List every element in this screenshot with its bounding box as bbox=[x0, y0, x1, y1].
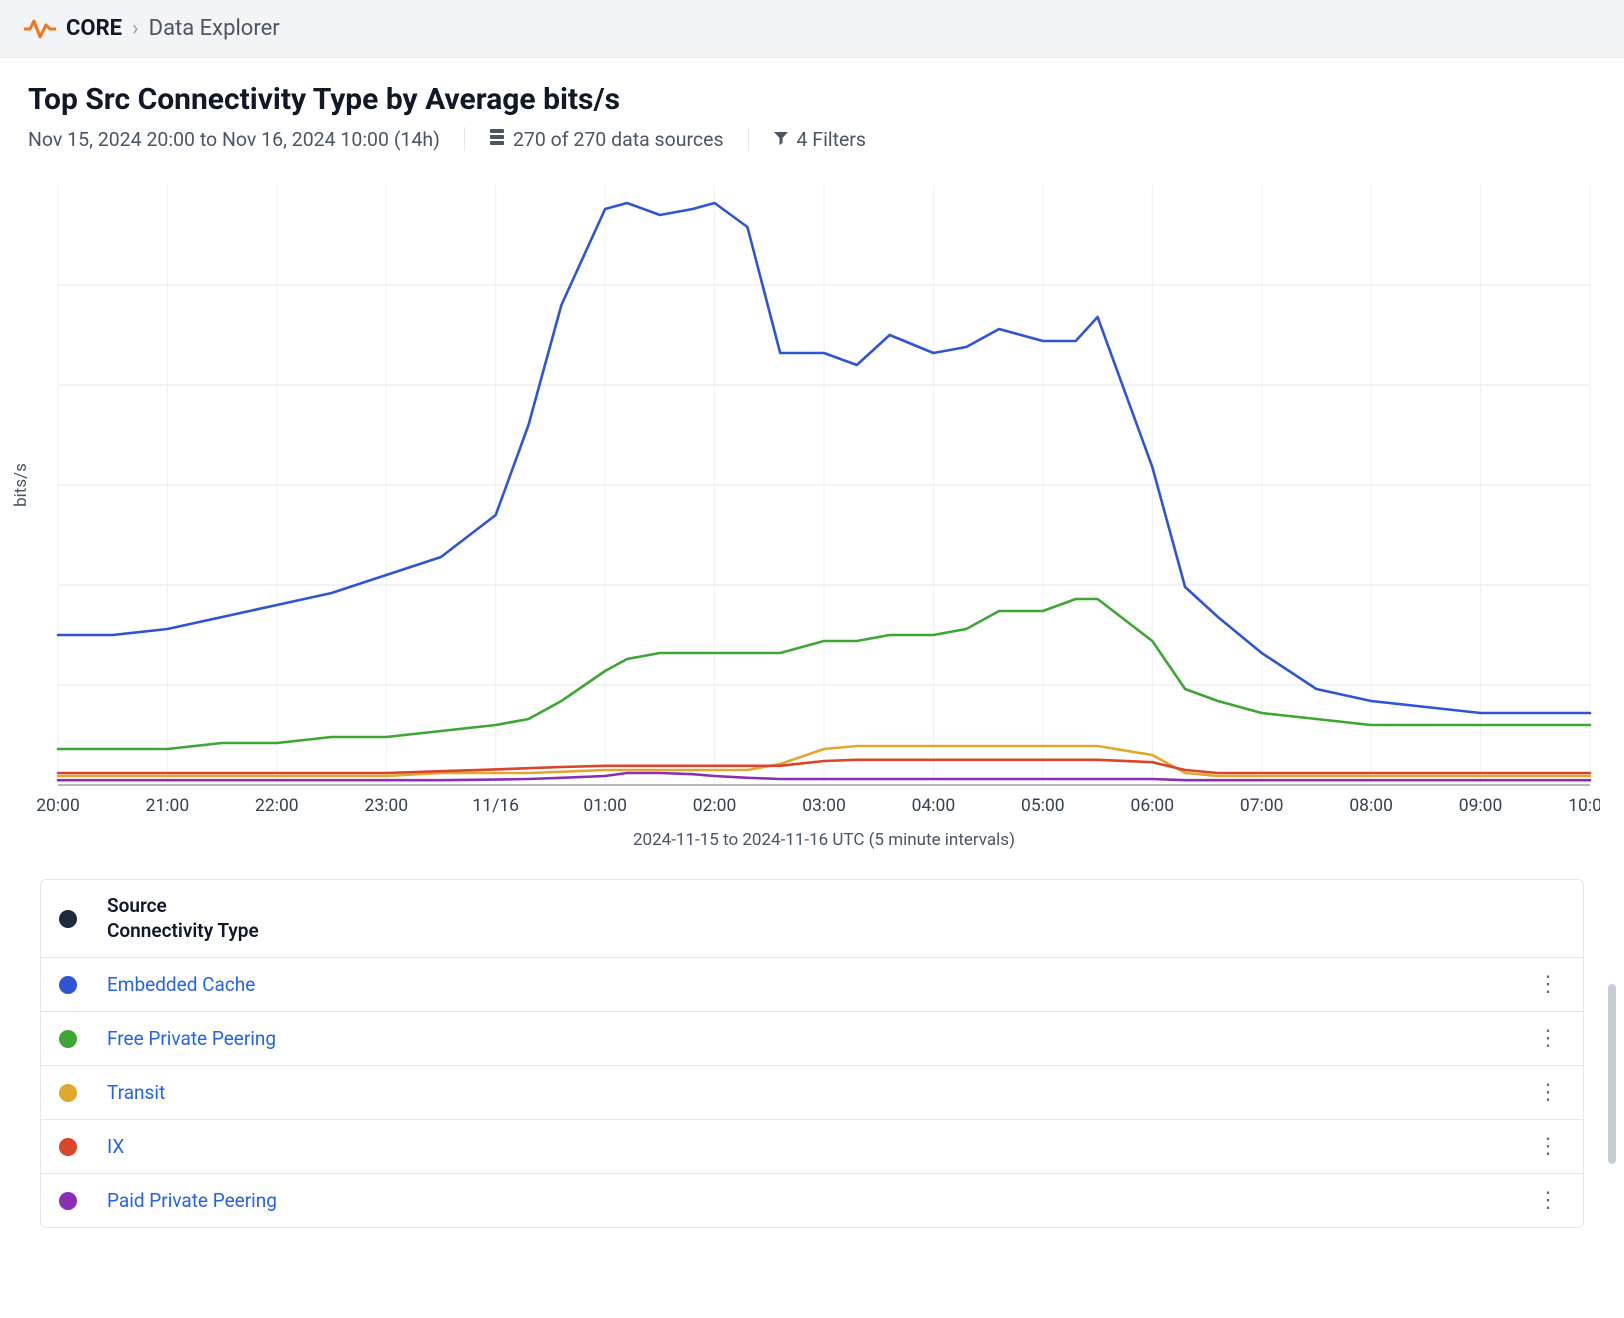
legend-dot-icon bbox=[59, 1084, 77, 1102]
svg-text:07:00: 07:00 bbox=[1240, 796, 1284, 816]
legend-row[interactable]: IX⋮ bbox=[41, 1120, 1583, 1174]
svg-text:20:00: 20:00 bbox=[36, 796, 80, 816]
legend-table: Source Connectivity Type Embedded Cache⋮… bbox=[40, 879, 1584, 1228]
legend-label[interactable]: Transit bbox=[107, 1081, 1531, 1104]
sources-text: 270 of 270 data sources bbox=[513, 128, 724, 151]
line-chart[interactable]: bits/s 20:00 21:00 22:00 23:00 11/16 01:00 02:0… bbox=[10, 175, 1600, 855]
legend-row[interactable]: Paid Private Peering⋮ bbox=[41, 1174, 1583, 1227]
separator bbox=[464, 127, 465, 151]
row-menu-icon[interactable]: ⋮ bbox=[1531, 1134, 1565, 1159]
svg-text:08:00: 08:00 bbox=[1349, 796, 1393, 816]
row-menu-icon[interactable]: ⋮ bbox=[1531, 1026, 1565, 1051]
row-menu-icon[interactable]: ⋮ bbox=[1531, 1080, 1565, 1105]
legend-row[interactable]: Embedded Cache⋮ bbox=[41, 958, 1583, 1012]
breadcrumb-root[interactable]: CORE bbox=[66, 16, 122, 41]
svg-text:23:00: 23:00 bbox=[364, 796, 408, 816]
svg-text:bits/s: bits/s bbox=[11, 463, 31, 507]
legend-label[interactable]: IX bbox=[107, 1135, 1531, 1158]
page-header: Top Src Connectivity Type by Average bit… bbox=[0, 58, 1624, 151]
database-icon bbox=[489, 128, 505, 151]
svg-text:05:00: 05:00 bbox=[1021, 796, 1065, 816]
filters-chip[interactable]: 4 Filters bbox=[773, 128, 866, 151]
svg-text:03:00: 03:00 bbox=[802, 796, 846, 816]
svg-text:02:00: 02:00 bbox=[693, 796, 737, 816]
range-text: Nov 15, 2024 20:00 to Nov 16, 2024 10:00… bbox=[28, 128, 440, 151]
chevron-right-icon: › bbox=[132, 16, 139, 41]
row-menu-icon[interactable]: ⋮ bbox=[1531, 972, 1565, 997]
svg-text:2024-11-15 to 2024-11-16 UTC (: 2024-11-15 to 2024-11-16 UTC (5 minute i… bbox=[633, 830, 1015, 850]
legend-dot-icon bbox=[59, 1192, 77, 1210]
meta-row: Nov 15, 2024 20:00 to Nov 16, 2024 10:00… bbox=[28, 127, 1596, 151]
svg-text:21:00: 21:00 bbox=[146, 796, 190, 816]
svg-text:11/16: 11/16 bbox=[472, 796, 519, 816]
legend-header-dot-icon bbox=[59, 910, 77, 928]
legend-header-line2: Connectivity Type bbox=[107, 919, 259, 944]
chart-area: bits/s 20:00 21:00 22:00 23:00 11/16 01:00 02:0… bbox=[0, 151, 1624, 855]
filters-text: 4 Filters bbox=[797, 128, 866, 151]
breadcrumb-page[interactable]: Data Explorer bbox=[149, 16, 280, 41]
svg-text:09:00: 09:00 bbox=[1459, 796, 1503, 816]
topbar: CORE › Data Explorer bbox=[0, 0, 1624, 58]
page-title: Top Src Connectivity Type by Average bit… bbox=[28, 82, 1596, 117]
legend-label[interactable]: Free Private Peering bbox=[107, 1027, 1531, 1050]
svg-text:06:00: 06:00 bbox=[1130, 796, 1174, 816]
legend-label[interactable]: Paid Private Peering bbox=[107, 1189, 1531, 1212]
legend-header: Source Connectivity Type bbox=[41, 880, 1583, 958]
legend-dot-icon bbox=[59, 1030, 77, 1048]
separator bbox=[748, 127, 749, 151]
legend-dot-icon bbox=[59, 976, 77, 994]
svg-text:10:00: 10:00 bbox=[1568, 796, 1600, 816]
row-menu-icon[interactable]: ⋮ bbox=[1531, 1188, 1565, 1213]
logo-pulse-icon bbox=[24, 17, 56, 41]
scrollbar-thumb[interactable] bbox=[1608, 984, 1616, 1164]
legend-row[interactable]: Transit⋮ bbox=[41, 1066, 1583, 1120]
legend-header-line1: Source bbox=[107, 894, 259, 919]
range-chip[interactable]: Nov 15, 2024 20:00 to Nov 16, 2024 10:00… bbox=[28, 128, 440, 151]
filter-icon bbox=[773, 128, 789, 151]
svg-text:01:00: 01:00 bbox=[583, 796, 627, 816]
sources-chip[interactable]: 270 of 270 data sources bbox=[489, 128, 724, 151]
legend-dot-icon bbox=[59, 1138, 77, 1156]
legend-row[interactable]: Free Private Peering⋮ bbox=[41, 1012, 1583, 1066]
svg-text:22:00: 22:00 bbox=[255, 796, 299, 816]
legend-label[interactable]: Embedded Cache bbox=[107, 973, 1531, 996]
svg-text:04:00: 04:00 bbox=[912, 796, 956, 816]
